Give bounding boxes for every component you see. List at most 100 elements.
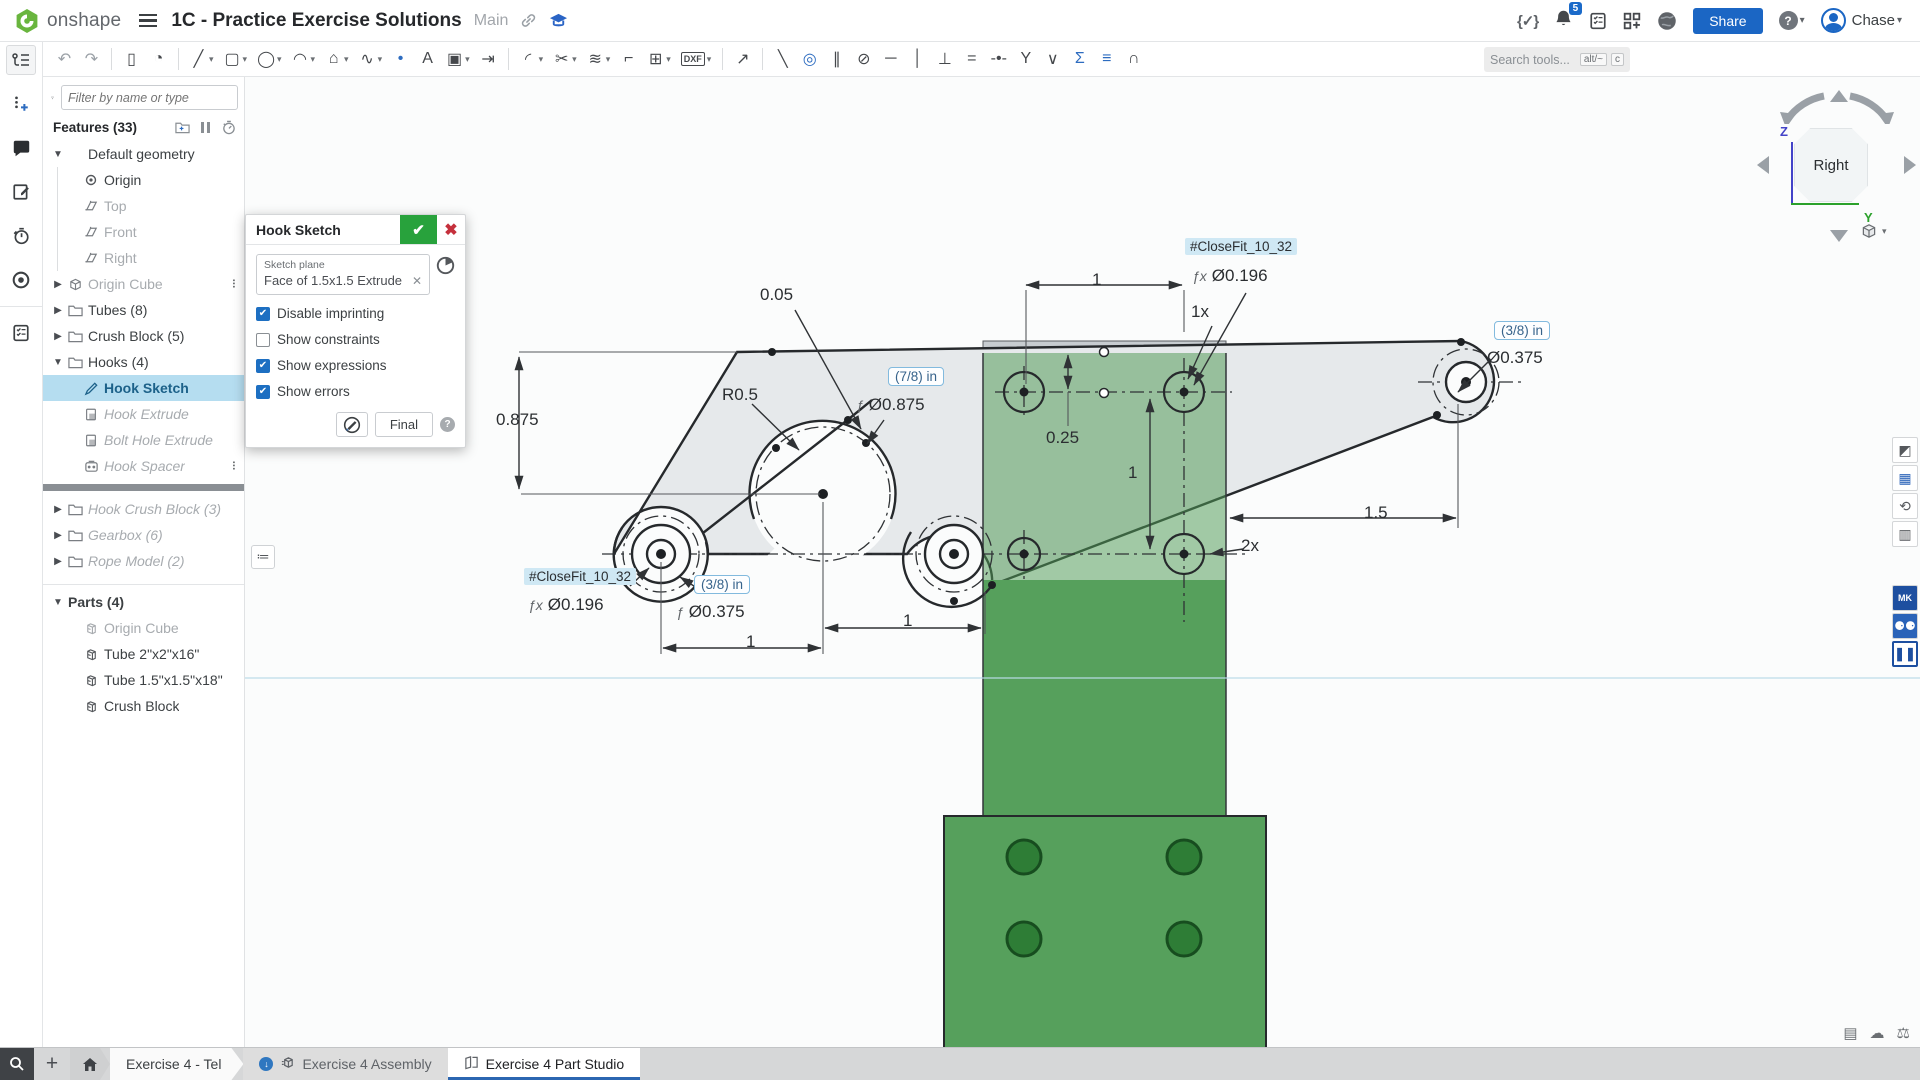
tree-item-origin-cube[interactable]: ▶Origin Cube⁝ bbox=[43, 271, 244, 297]
learning-center-icon[interactable] bbox=[549, 12, 568, 29]
coincident-constraint-button[interactable]: ╲ bbox=[770, 46, 795, 72]
dim-dia-0196-top[interactable]: ƒxØ0.196 bbox=[1192, 266, 1268, 286]
redo-button[interactable]: ↷ bbox=[79, 46, 104, 72]
normal-constraint-button[interactable]: Y bbox=[1013, 47, 1038, 71]
new-folder-icon[interactable] bbox=[175, 121, 190, 134]
tree-caret-icon[interactable]: ▶ bbox=[51, 305, 65, 316]
feature-list-toggle-icon[interactable] bbox=[6, 45, 36, 75]
dim-dia-0196-bottom[interactable]: ƒxØ0.196 bbox=[528, 595, 604, 615]
trim-button[interactable]: ✂▾ bbox=[549, 46, 581, 72]
slot-button[interactable]: ▣▾ bbox=[442, 46, 474, 72]
rotate-left-arrow[interactable] bbox=[1757, 156, 1769, 174]
dim-badge-closefit-top[interactable]: #CloseFit_10_32 bbox=[1185, 238, 1297, 255]
dim-one-bottom-left[interactable]: 1 bbox=[746, 632, 755, 652]
sketch-region-button[interactable]: ◔ bbox=[146, 47, 171, 71]
circle-button[interactable]: ◯▾ bbox=[253, 46, 285, 72]
tree-item-gearbox-6-[interactable]: ▶Gearbox (6) bbox=[43, 522, 244, 548]
part-item-crush-block[interactable]: Crush Block bbox=[43, 693, 244, 719]
tree-caret-icon[interactable]: ▼ bbox=[51, 149, 65, 160]
documentation-extension-icon[interactable]: ❚❚ bbox=[1892, 641, 1918, 667]
sketch-view-icon[interactable] bbox=[336, 412, 368, 437]
home-tab-icon[interactable] bbox=[70, 1048, 110, 1080]
spline-button[interactable]: ∿▾ bbox=[355, 46, 387, 72]
measure-button[interactable]: ↗ bbox=[730, 46, 755, 72]
part-item-origin-cube[interactable]: Origin Cube bbox=[43, 615, 244, 641]
dim-radius[interactable]: R0.5 bbox=[722, 385, 758, 405]
tree-caret-icon[interactable]: ▶ bbox=[51, 331, 65, 342]
dim-one-bottom-center[interactable]: 1 bbox=[903, 611, 912, 631]
kebab-menu-icon[interactable]: ⁝ bbox=[232, 276, 236, 292]
user-menu[interactable]: Chase ▾ bbox=[1821, 8, 1902, 33]
dialog-help-icon[interactable]: ? bbox=[440, 417, 455, 432]
spell-check-icon[interactable] bbox=[6, 265, 36, 295]
horizontal-constraint-button[interactable]: ─ bbox=[878, 47, 903, 71]
dim-count-1x[interactable]: 1x bbox=[1191, 302, 1209, 322]
measure-scale-icon[interactable]: ⚖ bbox=[1897, 1024, 1910, 1042]
rollback-bar[interactable] bbox=[43, 484, 244, 491]
line-button[interactable]: ╱▾ bbox=[186, 46, 218, 72]
defer-update-clock-icon[interactable] bbox=[436, 256, 455, 275]
fix-constraint-button[interactable]: ≡ bbox=[1094, 47, 1119, 71]
view-rotate-icon[interactable]: ⟲ bbox=[1892, 493, 1918, 519]
view-settings-icon[interactable]: ▤ bbox=[1843, 1024, 1857, 1042]
regen-timer-icon[interactable] bbox=[221, 120, 236, 135]
dim-badge-38-bottom[interactable]: (3/8) in bbox=[694, 575, 750, 594]
history-timer-icon[interactable] bbox=[6, 221, 36, 251]
view-cube-face[interactable]: Right bbox=[1794, 128, 1868, 202]
tree-item-right[interactable]: Right bbox=[43, 245, 244, 271]
dim-one-five[interactable]: 1.5 bbox=[1364, 503, 1388, 523]
dim-badge-78[interactable]: (7/8) in bbox=[888, 367, 944, 386]
filter-funnel-icon[interactable] bbox=[51, 90, 54, 106]
search-tools-box[interactable]: Search tools... alt/~ c bbox=[1484, 47, 1630, 72]
tree-item-origin[interactable]: Origin bbox=[43, 167, 244, 193]
copy-link-icon[interactable] bbox=[520, 12, 537, 29]
insert-feature-icon[interactable] bbox=[6, 89, 36, 119]
tree-item-top[interactable]: Top bbox=[43, 193, 244, 219]
tree-item-default-geometry[interactable]: ▼Default geometry bbox=[43, 141, 244, 167]
tree-caret-icon[interactable]: ▼ bbox=[51, 357, 65, 368]
app-store-icon[interactable] bbox=[1623, 12, 1641, 30]
tab-search-icon[interactable] bbox=[0, 1048, 34, 1080]
assistant-extension-icon[interactable]: ⚈⚈ bbox=[1892, 613, 1918, 639]
dim-quarter[interactable]: 0.25 bbox=[1046, 428, 1079, 448]
tree-item-hook-extrude[interactable]: Hook Extrude bbox=[43, 401, 244, 427]
dim-gap[interactable]: 0.05 bbox=[760, 285, 793, 305]
insert-image-button[interactable]: ▯ bbox=[119, 46, 144, 72]
vertical-constraint-button[interactable]: │ bbox=[905, 47, 930, 71]
feature-filter-input[interactable] bbox=[61, 85, 238, 110]
notes-icon[interactable] bbox=[6, 177, 36, 207]
workspace-name[interactable]: Main bbox=[474, 12, 509, 30]
curvature-constraint-button[interactable]: ∩ bbox=[1121, 47, 1146, 71]
dim-count-2x[interactable]: 2x bbox=[1241, 536, 1259, 556]
arc-button[interactable]: ◠▾ bbox=[288, 46, 320, 72]
checkbox-show-errors[interactable]: ✔ Show errors bbox=[256, 384, 455, 399]
onshape-logo-icon[interactable] bbox=[14, 8, 40, 34]
checkbox-show-expressions[interactable]: ✔ Show expressions bbox=[256, 358, 455, 373]
sketch-plane-field[interactable]: Sketch plane Face of 1.5x1.5 Extrude ✕ bbox=[256, 254, 430, 295]
import-dxf-button[interactable]: DXF▾ bbox=[677, 49, 716, 69]
dim-one-mid[interactable]: 1 bbox=[1128, 463, 1137, 483]
undo-button[interactable]: ↶ bbox=[52, 46, 77, 72]
dim-dia-0375-bottom[interactable]: ƒØ0.375 bbox=[676, 602, 745, 622]
offset-button[interactable]: ≋▾ bbox=[583, 46, 615, 72]
doc-tab-exercise-4-part-studio[interactable]: Exercise 4 Part Studio bbox=[448, 1048, 641, 1080]
rotate-up-arrow[interactable] bbox=[1830, 90, 1848, 102]
tree-item-hooks-4-[interactable]: ▼Hooks (4) bbox=[43, 349, 244, 375]
help-menu[interactable]: ? ▾ bbox=[1779, 11, 1805, 30]
equal-constraint-button[interactable]: = bbox=[959, 47, 984, 71]
panel-collapse-handle[interactable]: ≔ bbox=[251, 545, 275, 569]
tree-caret-icon[interactable]: ▶ bbox=[51, 504, 65, 515]
tree-caret-icon[interactable]: ▶ bbox=[51, 556, 65, 567]
share-button[interactable]: Share bbox=[1693, 8, 1762, 34]
notifications-bell-icon[interactable]: 5 bbox=[1554, 9, 1573, 33]
dim-one-top[interactable]: 1 bbox=[1092, 270, 1101, 290]
pattern-button[interactable]: ⊞▾ bbox=[643, 46, 675, 72]
main-menu-icon[interactable] bbox=[139, 11, 157, 31]
language-globe-icon[interactable] bbox=[1657, 11, 1677, 31]
final-button[interactable]: Final bbox=[375, 412, 433, 437]
suppress-pause-icon[interactable] bbox=[200, 121, 211, 134]
midpoint-constraint-button[interactable]: -•- bbox=[986, 47, 1011, 71]
pierce-constraint-button[interactable]: ∨ bbox=[1040, 46, 1065, 72]
dim-dia-0375-right[interactable]: Ø0.375 bbox=[1487, 348, 1543, 368]
part-item-tube-1-5-x1-5-x18-[interactable]: Tube 1.5"x1.5"x18" bbox=[43, 667, 244, 693]
